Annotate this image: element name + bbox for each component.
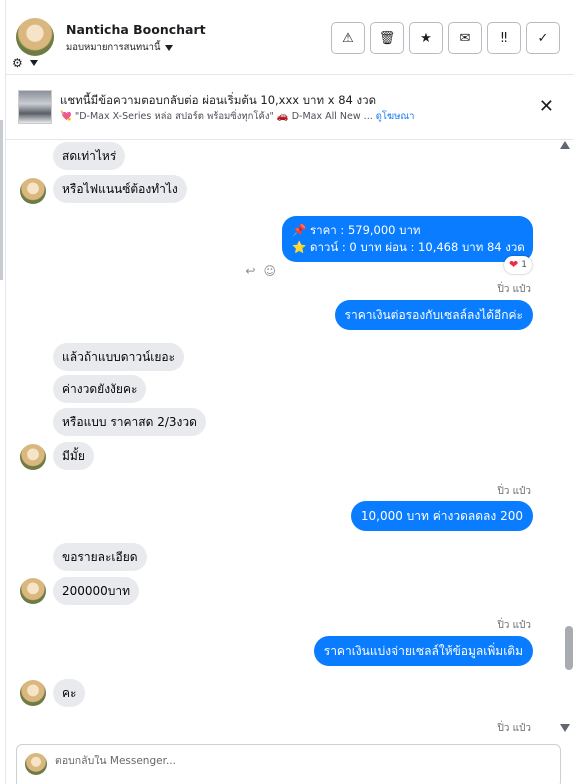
view-ad-link[interactable]: ดูโฆษณา (376, 111, 415, 122)
page-avatar (25, 753, 47, 775)
incoming-message[interactable]: หรือแบบ ราคาสด 2/3งวด (53, 408, 206, 436)
left-panel-scrollbar[interactable] (0, 120, 3, 280)
envelope-icon: ✉ (459, 30, 471, 46)
outgoing-message[interactable]: 📌 ราคา : 579,000 บาท ⭐ ดาวน์ : 0 บาท ผ่อ… (282, 216, 533, 262)
contact-name[interactable]: Nanticha Boonchart (66, 22, 206, 37)
reply-icon[interactable]: ↩ (245, 264, 255, 278)
heart-icon: ❤ (509, 258, 519, 271)
star-button[interactable]: ★ (409, 22, 443, 54)
double-exclamation-icon: ‼ (500, 30, 508, 46)
mark-unread-button[interactable]: ✉ (448, 22, 482, 54)
conversation-header: Nanticha Boonchart มอบหมายการสนทนานี้ ⚙ … (6, 0, 574, 75)
message-actions: ↩ ☺ (245, 264, 276, 278)
incoming-message[interactable]: คะ (53, 679, 86, 707)
contact-avatar (20, 680, 46, 706)
warning-icon: ⚠ (342, 30, 354, 46)
scroll-down-arrow-icon[interactable] (560, 724, 570, 732)
check-icon: ✓ (537, 30, 549, 46)
ad-thumbnail[interactable] (18, 90, 52, 124)
scroll-up-arrow-icon[interactable] (560, 141, 570, 149)
outgoing-message[interactable]: 10,000 บาท ค่างวดลดลง 200 (350, 501, 533, 531)
contact-avatar (20, 578, 46, 604)
assign-conversation-dropdown[interactable]: มอบหมายการสนทนานี้ (66, 40, 173, 55)
incoming-message[interactable]: ขอรายละเอียด (53, 543, 147, 571)
chevron-down-icon (164, 44, 173, 51)
incoming-message[interactable]: สดเท่าไหร่ (53, 142, 126, 170)
ad-description-text: "D-Max X-Series หล่อ สปอร์ต พร้อมซิ่งทุก… (71, 111, 376, 122)
close-icon[interactable]: ✕ (539, 96, 554, 117)
contact-avatar (20, 444, 46, 470)
seen-label: ปิ่ว แป๋ว (497, 284, 531, 295)
outgoing-message[interactable]: ราคาเงินแบ่งจ่ายเซลล์ให้ข้อมูลเพิ่มเติม (313, 636, 533, 666)
reply-composer[interactable] (16, 744, 561, 784)
mark-done-button[interactable]: ✓ (526, 22, 560, 54)
follow-up-button[interactable]: ‼ (487, 22, 521, 54)
reaction-badge[interactable]: ❤ 1 (504, 256, 532, 274)
trash-icon: 🗑 (378, 30, 396, 46)
seen-label: ปิ่ว แป๋ว (497, 620, 531, 631)
sliders-icon: ⚙ (12, 56, 23, 70)
assign-label: มอบหมายการสนทนานี้ (66, 42, 161, 53)
ad-title: แชทนี้มีข้อความตอบกลับต่อ ผ่อนเริ่มต้น 1… (60, 93, 377, 107)
header-toolbar: ⚠ 🗑 ★ ✉ ‼ ✓ (331, 22, 560, 54)
incoming-message[interactable]: แล้วถ้าแบบดาวน์เยอะ (53, 343, 185, 371)
scrollbar-thumb[interactable] (565, 626, 573, 670)
ad-reply-banner: แชทนี้มีข้อความตอบกลับต่อ ผ่อนเริ่มต้น 1… (6, 76, 574, 140)
contact-avatar[interactable] (16, 18, 54, 56)
heart-arrow-icon: 💘 (60, 111, 72, 122)
seen-label: ปิ่ว แป๋ว (497, 723, 531, 734)
incoming-message[interactable]: หรือไฟแนนซ์ต้องทำไง (53, 175, 187, 203)
emoji-icon[interactable]: ☺ (263, 264, 276, 278)
price-line: 📌 ราคา : 579,000 บาท (292, 223, 421, 237)
delete-button[interactable]: 🗑 (370, 22, 404, 54)
chevron-down-icon (29, 60, 38, 66)
star-icon: ★ (420, 30, 432, 46)
reply-input[interactable] (55, 755, 535, 767)
seen-label: ปิ่ว แป๋ว (497, 486, 531, 497)
message-thread[interactable]: สดเท่าไหร่ หรือไฟแนนซ์ต้องทำไง 📌 ราคา : … (6, 140, 574, 736)
outgoing-message[interactable]: ราคาเงินต่อรองกับเซลล์ลงได้อีกค่ะ (334, 300, 533, 330)
contact-avatar (20, 178, 46, 204)
report-spam-button[interactable]: ⚠ (331, 22, 365, 54)
incoming-message[interactable]: มีมั้ย (53, 442, 94, 470)
reaction-count: 1 (521, 260, 527, 270)
ad-description: 💘 "D-Max X-Series หล่อ สปอร์ต พร้อมซิ่งท… (60, 109, 415, 124)
incoming-message[interactable]: 200000บาท (53, 577, 140, 605)
settings-dropdown[interactable]: ⚙ (12, 56, 38, 70)
down-payment-line: ⭐ ดาวน์ : 0 บาท ผ่อน : 10,468 บาท 84 งวด (292, 240, 525, 254)
incoming-message[interactable]: ค่างวดยังงัยคะ (53, 375, 147, 403)
